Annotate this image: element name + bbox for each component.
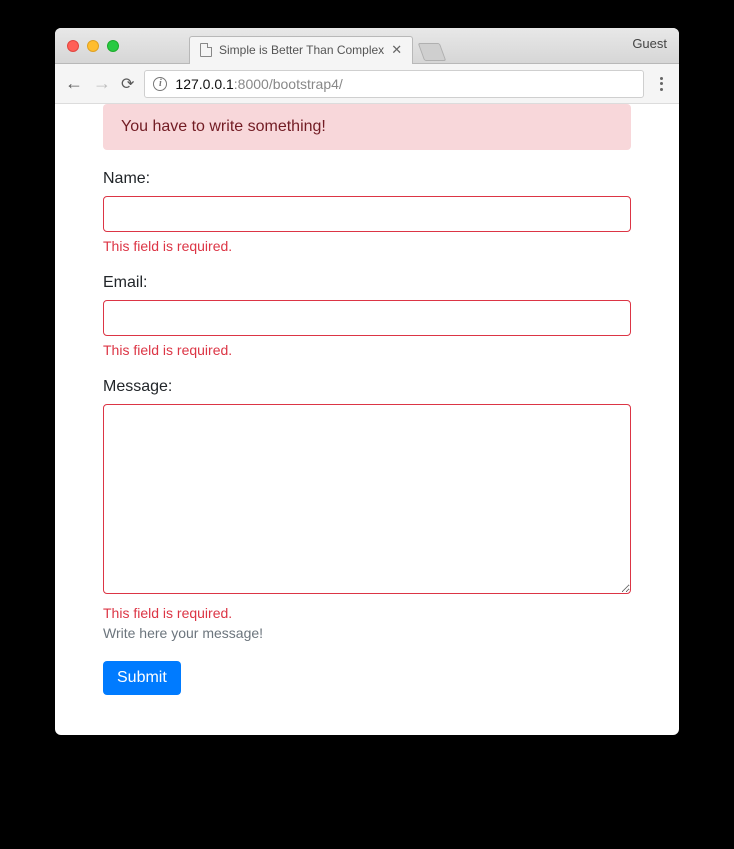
message-textarea[interactable] [103, 404, 631, 594]
forward-button: → [93, 73, 111, 94]
new-tab-button[interactable] [418, 43, 447, 61]
email-input[interactable] [103, 300, 631, 336]
menu-button[interactable] [654, 77, 669, 91]
name-label: Name: [103, 170, 631, 188]
profile-label[interactable]: Guest [632, 36, 667, 51]
name-error: This field is required. [103, 238, 631, 254]
browser-window: Simple is Better Than Complex ✕ Guest ← … [55, 28, 679, 735]
titlebar: Simple is Better Than Complex ✕ Guest [55, 28, 679, 64]
close-tab-icon[interactable]: ✕ [391, 42, 402, 58]
message-help: Write here your message! [103, 625, 631, 641]
document-icon [200, 43, 212, 57]
window-controls [55, 40, 119, 52]
form-group-email: Email: This field is required. [103, 274, 631, 358]
form-group-message: Message: This field is required. Write h… [103, 378, 631, 641]
address-bar[interactable]: i 127.0.0.1:8000/bootstrap4/ [144, 70, 644, 98]
name-input[interactable] [103, 196, 631, 232]
toolbar: ← → ⟳ i 127.0.0.1:8000/bootstrap4/ [55, 64, 679, 104]
minimize-window-icon[interactable] [87, 40, 99, 52]
email-error: This field is required. [103, 342, 631, 358]
form-group-name: Name: This field is required. [103, 170, 631, 254]
submit-button[interactable]: Submit [103, 661, 181, 695]
message-label: Message: [103, 378, 631, 396]
maximize-window-icon[interactable] [107, 40, 119, 52]
back-button[interactable]: ← [65, 73, 83, 94]
error-alert: You have to write something! [103, 104, 631, 150]
url-text: 127.0.0.1:8000/bootstrap4/ [175, 76, 342, 92]
alert-message: You have to write something! [121, 118, 326, 135]
site-info-icon[interactable]: i [153, 77, 167, 91]
close-window-icon[interactable] [67, 40, 79, 52]
page-content: You have to write something! Name: This … [55, 104, 679, 735]
email-label: Email: [103, 274, 631, 292]
message-error: This field is required. [103, 605, 631, 621]
tab-title: Simple is Better Than Complex [219, 43, 384, 57]
browser-tab[interactable]: Simple is Better Than Complex ✕ [189, 36, 413, 64]
reload-button[interactable]: ⟳ [121, 74, 134, 94]
